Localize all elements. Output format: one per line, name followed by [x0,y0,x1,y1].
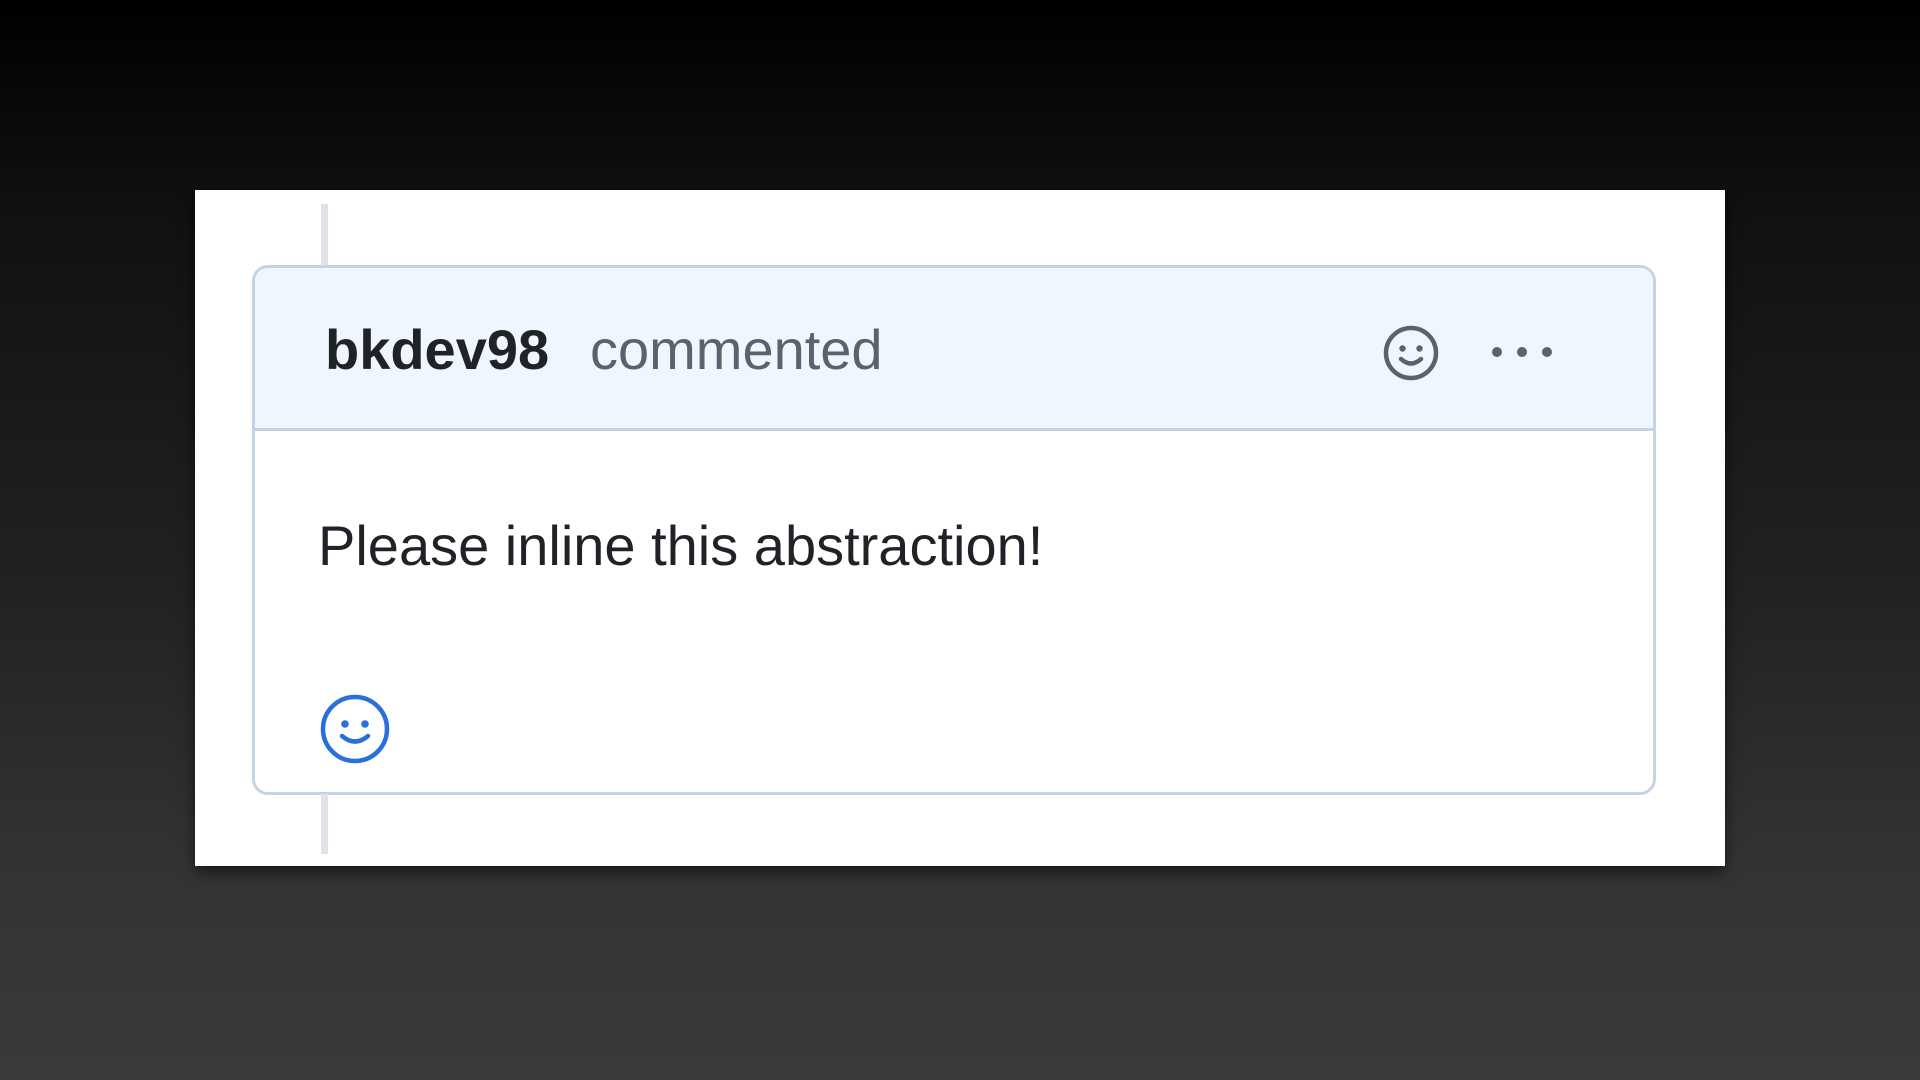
comment-header: bkdev98 commented [255,268,1653,431]
comment-box: bkdev98 commented Please inline this abs… [252,265,1656,795]
more-actions-graphic [1492,347,1552,357]
comment-author[interactable]: bkdev98 [325,318,549,382]
footer-reaction-graphic [320,694,390,764]
kebab-horizontal-icon[interactable] [1485,330,1565,374]
comment-body: Please inline this abstraction! [318,514,1044,577]
smiley-icon[interactable] [1376,318,1446,388]
add-reaction-button-graphic [1383,325,1439,381]
timeline-connector-top [321,204,328,266]
comment-card: bkdev98 commented Please inline this abs… [195,190,1725,866]
timeline-connector-bottom [321,794,328,854]
comment-action-text: commented [590,318,883,381]
smiley-icon[interactable] [320,694,390,764]
